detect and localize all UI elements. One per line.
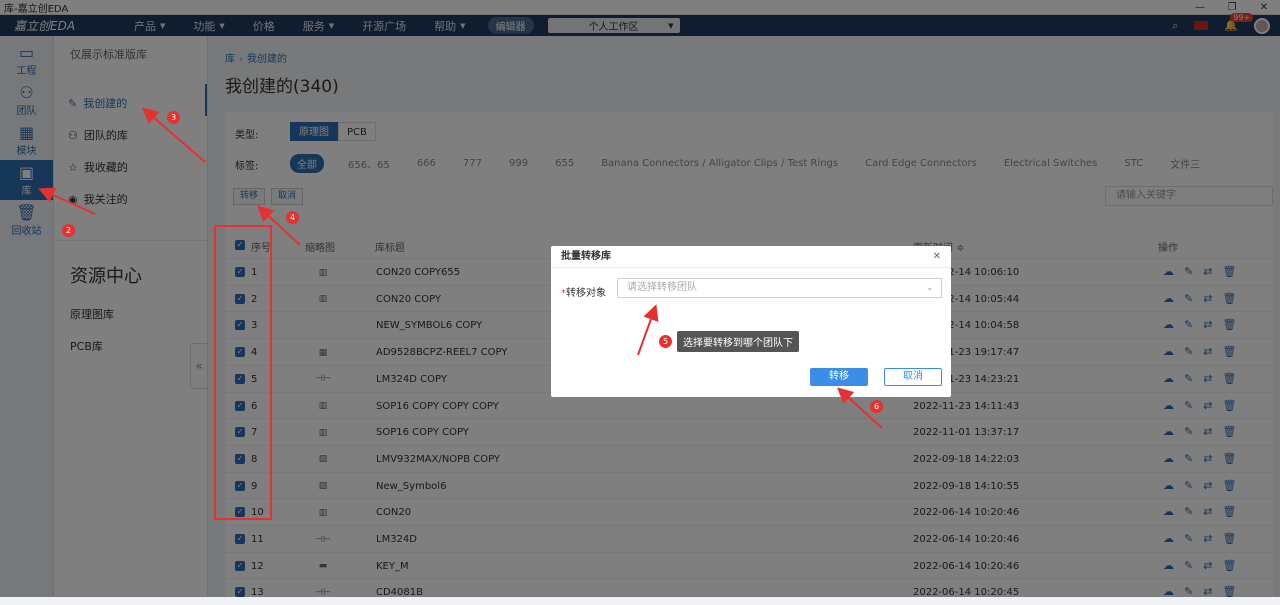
dialog-cancel-button[interactable]: 取消 [884,368,942,386]
close-icon[interactable]: ✕ [933,246,941,268]
confirm-transfer-button[interactable]: 转移 [810,368,868,386]
team-select[interactable]: 请选择转移团队 ⌄ [617,278,942,298]
transfer-target-label: *转移对象 [561,288,606,299]
batch-transfer-dialog: 批量转移库 ✕ *转移对象 请选择转移团队 ⌄ 转移 取消 [551,246,951,397]
step-marker: 2 [62,224,75,237]
dialog-header: 批量转移库 ✕ [551,246,951,268]
annotation-highlight-box [214,225,272,520]
dialog-title: 批量转移库 [561,251,611,262]
step-marker: 4 [286,211,299,224]
step-marker: 3 [167,111,180,124]
chevron-down-icon: ⌄ [926,283,933,292]
step-marker: 6 [870,400,883,413]
annotation-tooltip: 选择要转移到哪个团队下 [677,331,799,352]
step-marker: 5 [659,335,672,348]
